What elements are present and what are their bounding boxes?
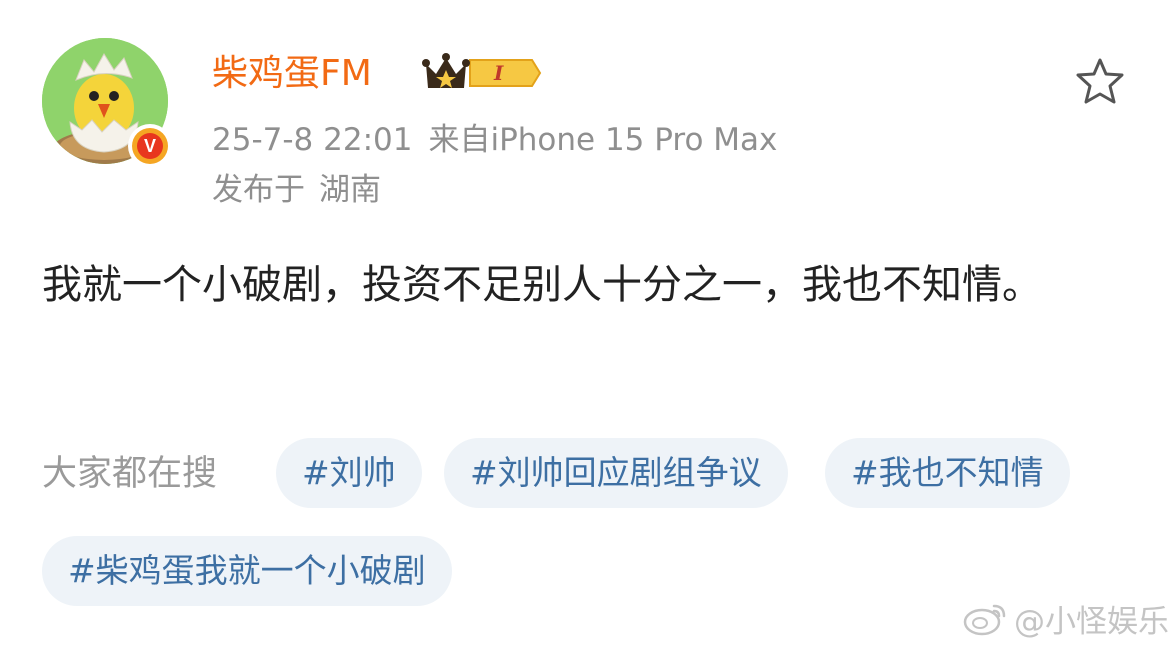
post-content: 我就一个小破剧，投资不足别人十分之一，我也不知情。: [42, 262, 1042, 308]
verified-v-icon: V: [137, 133, 163, 159]
hashtag-chip[interactable]: #刘帅: [276, 438, 422, 508]
hashtag-chip[interactable]: #我也不知情: [825, 438, 1070, 508]
username[interactable]: 柴鸡蛋FM: [212, 52, 372, 96]
post-meta: 25-7-8 22:01 来自iPhone 15 Pro Max: [212, 120, 777, 160]
trending-search-label: 大家都在搜: [42, 454, 218, 494]
watermark: @小怪娱乐: [962, 598, 1169, 640]
post-source: 来自iPhone 15 Pro Max: [428, 122, 778, 158]
crown-icon: I: [422, 53, 542, 88]
vip-level-text: I: [493, 61, 504, 85]
star-outline-icon: [1076, 58, 1124, 104]
location-name: 湖南: [319, 172, 381, 208]
favorite-button[interactable]: [1074, 56, 1126, 106]
vip-crown-badge[interactable]: I: [420, 50, 542, 96]
hashtag-chip[interactable]: #刘帅回应剧组争议: [444, 438, 788, 508]
verified-badge: V: [128, 124, 172, 168]
post-time: 25-7-8 22:01: [212, 122, 413, 158]
weibo-logo-icon: [963, 604, 1006, 636]
post-location: 发布于 湖南: [212, 170, 381, 210]
hashtag-chip[interactable]: #柴鸡蛋我就一个小破剧: [42, 536, 452, 606]
location-prefix: 发布于: [212, 172, 305, 208]
watermark-text: @小怪娱乐: [1014, 603, 1169, 640]
